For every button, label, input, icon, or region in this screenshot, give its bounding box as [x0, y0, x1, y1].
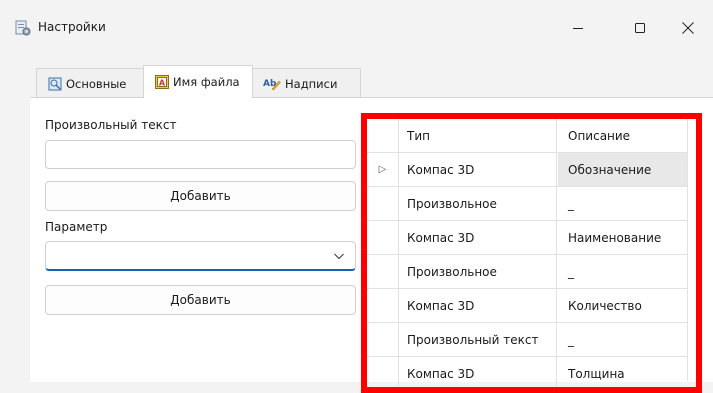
minimize-icon [572, 22, 584, 37]
type-cell[interactable]: Произвольное [399, 255, 557, 288]
table-row[interactable]: Компас 3D Количество [367, 289, 687, 323]
tab-labels[interactable]: Ab Надписи [251, 68, 361, 98]
settings-tab-icon [48, 77, 62, 91]
row-selector[interactable]: ▷ [367, 153, 399, 186]
tab-file-name-label: Имя файла [173, 75, 240, 89]
parameter-select[interactable] [45, 241, 356, 271]
svg-text:A: A [159, 79, 166, 88]
close-icon [681, 21, 695, 38]
tab-basic[interactable]: Основные [36, 68, 145, 98]
window-title: Настройки [38, 20, 106, 34]
description-cell[interactable]: _ [558, 323, 687, 356]
column-header-type[interactable]: Тип [399, 119, 557, 152]
table-row[interactable]: Компас 3D Наименование [367, 221, 687, 255]
table-row[interactable]: Произвольный текст _ [367, 323, 687, 357]
type-cell[interactable]: Компас 3D [399, 289, 557, 322]
minimize-button[interactable] [555, 14, 601, 44]
text-label-tab-icon: Ab [263, 77, 281, 91]
grid-header-row: Тип Описание [367, 119, 687, 153]
description-cell[interactable]: Обозначение [558, 153, 687, 186]
grid-right-edge [687, 119, 688, 381]
table-row[interactable]: ▷ Компас 3D Обозначение [367, 153, 687, 187]
row-selector[interactable] [367, 221, 399, 254]
tab-basic-label: Основные [66, 76, 127, 91]
description-cell[interactable]: _ [558, 255, 687, 288]
tab-labels-label: Надписи [285, 76, 338, 91]
custom-text-label: Произвольный текст [45, 118, 177, 132]
description-cell[interactable]: Количество [558, 289, 687, 322]
tab-file-name[interactable]: A Имя файла [143, 65, 253, 98]
table-row[interactable]: Компас 3D Толщина [367, 357, 687, 391]
maximize-button[interactable] [617, 14, 663, 44]
add-parameter-button[interactable]: Добавить [45, 285, 356, 315]
current-row-icon: ▷ [378, 164, 387, 175]
data-grid[interactable]: Тип Описание ▷ Компас 3D Обозначение Про… [367, 119, 687, 391]
chevron-down-icon [333, 250, 345, 264]
row-selector[interactable] [367, 187, 399, 220]
type-cell[interactable]: Компас 3D [399, 153, 557, 186]
grid-corner-cell[interactable] [367, 119, 399, 152]
table-row[interactable]: Произвольное _ [367, 255, 687, 289]
row-selector[interactable] [367, 357, 399, 390]
close-button[interactable] [665, 14, 711, 44]
description-cell[interactable]: Наименование [558, 221, 687, 254]
row-selector[interactable] [367, 323, 399, 356]
row-selector[interactable] [367, 255, 399, 288]
type-cell[interactable]: Произвольное [399, 187, 557, 220]
app-icon [15, 20, 31, 36]
description-cell[interactable]: _ [558, 187, 687, 220]
file-name-tab-icon: A [155, 75, 169, 89]
row-selector[interactable] [367, 289, 399, 322]
type-cell[interactable]: Произвольный текст [399, 323, 557, 356]
parameter-label: Параметр [45, 220, 108, 234]
add-custom-text-button[interactable]: Добавить [45, 181, 356, 211]
table-row[interactable]: Произвольное _ [367, 187, 687, 221]
title-bar: Настройки [0, 0, 713, 56]
type-cell[interactable]: Компас 3D [399, 221, 557, 254]
type-cell[interactable]: Компас 3D [399, 357, 557, 390]
custom-text-input[interactable] [45, 140, 356, 169]
description-cell[interactable]: Толщина [558, 357, 687, 390]
maximize-icon [634, 22, 646, 37]
column-header-description[interactable]: Описание [558, 119, 687, 152]
